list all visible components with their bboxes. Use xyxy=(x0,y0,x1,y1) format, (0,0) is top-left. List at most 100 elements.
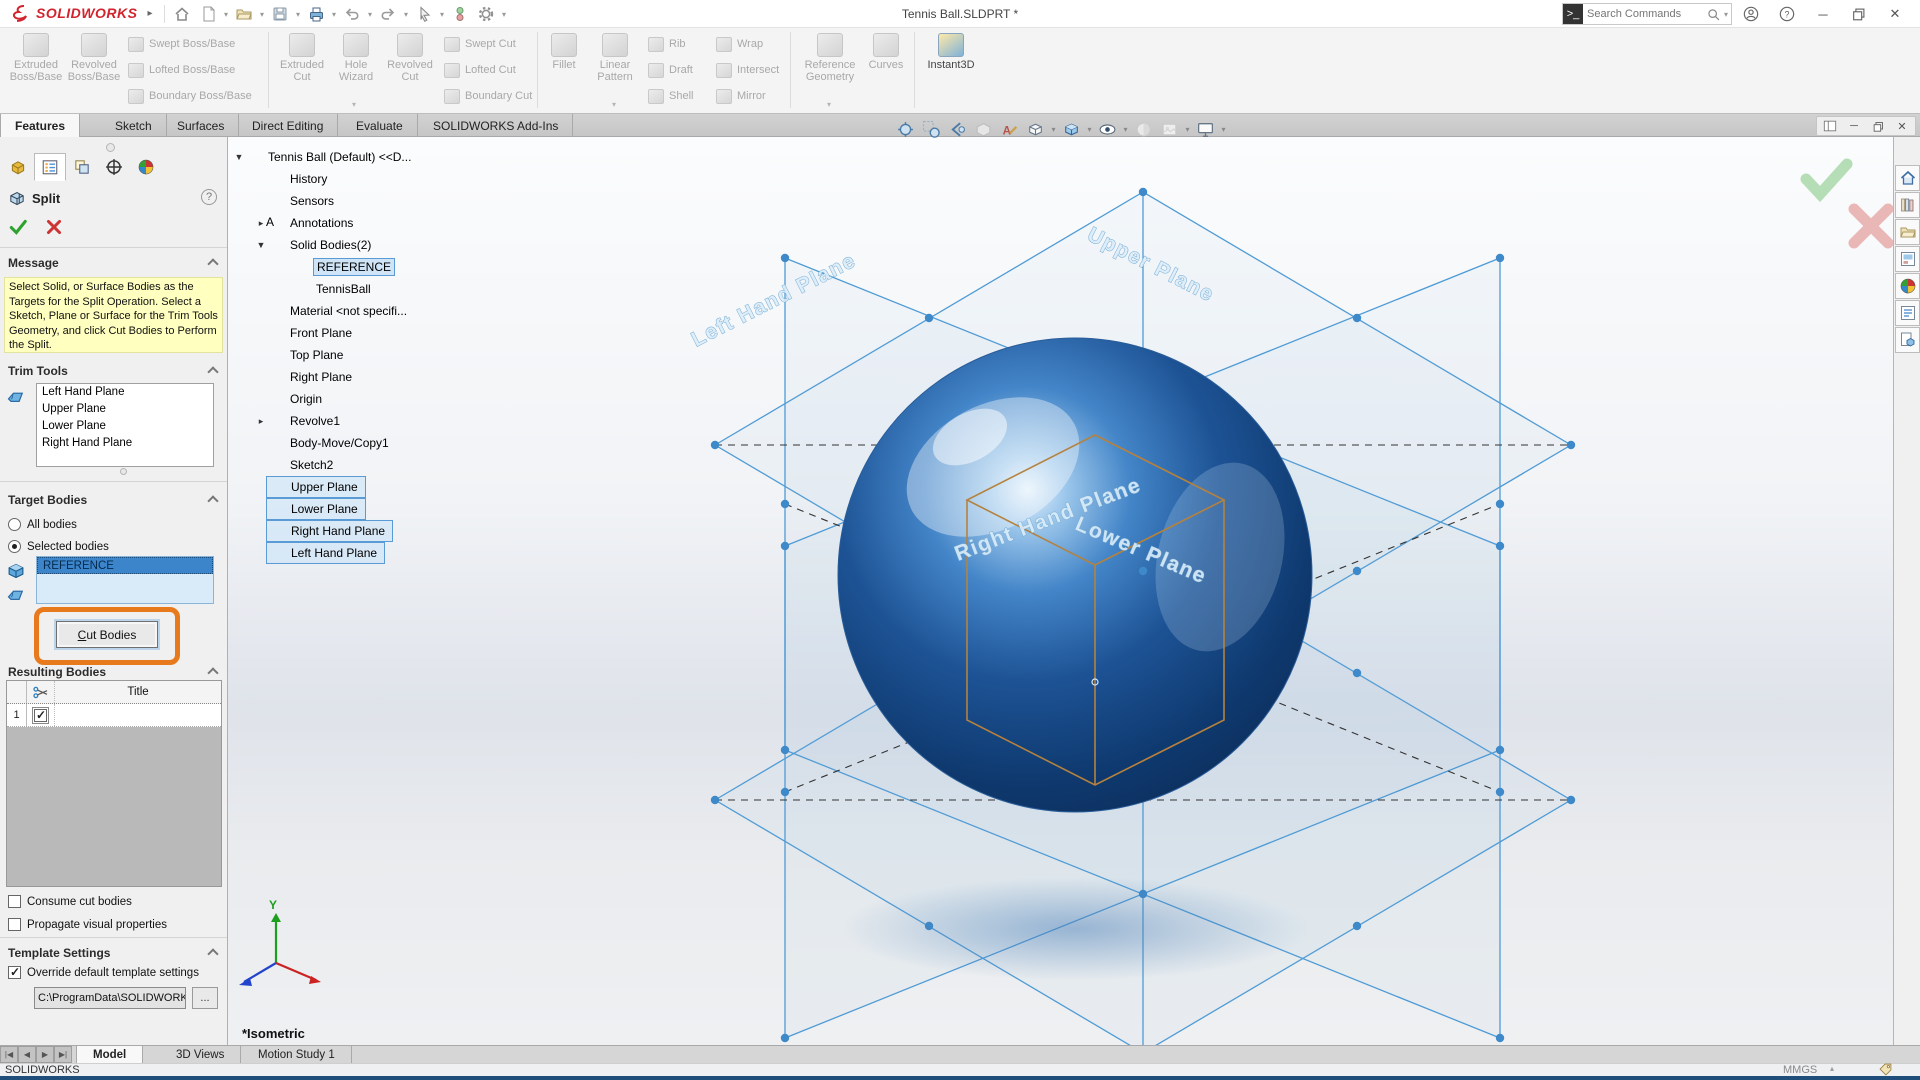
template-settings-section-header[interactable]: Template Settings xyxy=(8,946,110,960)
trim-tools-section-header[interactable]: Trim Tools xyxy=(8,364,68,378)
tree-item-right-hand-plane[interactable]: Right Hand Plane xyxy=(266,520,393,542)
rib-button[interactable]: Rib xyxy=(648,34,686,54)
tree-item-sensors[interactable]: Sensors xyxy=(256,190,337,212)
apply-scene-button[interactable] xyxy=(1157,117,1182,141)
confirm-cancel-ghost-icon[interactable] xyxy=(1854,209,1888,243)
boundary-boss-base-button[interactable]: Boundary Boss/Base xyxy=(128,86,252,106)
next-tab-button[interactable]: ▶ xyxy=(36,1046,54,1063)
trim-tool-item[interactable]: Right Hand Plane xyxy=(37,435,213,452)
collapse-message-chevron[interactable] xyxy=(207,258,218,269)
collapse-target-chevron[interactable] xyxy=(207,495,218,506)
override-template-option[interactable]: Override default template settings xyxy=(8,966,199,979)
taskpane-file-explorer-button[interactable] xyxy=(1895,219,1920,245)
checkbox[interactable] xyxy=(8,918,21,931)
doc-minimize-button[interactable]: ─ xyxy=(1843,117,1865,135)
tab-feature-manager[interactable] xyxy=(2,153,34,181)
tab-property-manager[interactable] xyxy=(34,153,66,181)
collapse-template-chevron[interactable] xyxy=(207,948,218,959)
graphics-viewport[interactable]: Upper Plane Left Hand Plane Right Hand P… xyxy=(228,137,1893,1045)
target-body-item-selected[interactable]: REFERENCE xyxy=(37,557,213,574)
tree-item-sketch2[interactable]: Sketch2 xyxy=(256,454,336,476)
edit-appearance-button[interactable] xyxy=(1131,117,1156,141)
first-tab-button[interactable]: |◀ xyxy=(0,1046,18,1063)
resulting-body-row[interactable]: 1 xyxy=(7,704,221,727)
reference-geometry-button[interactable]: Reference Geometry xyxy=(798,33,862,83)
tree-item-revolve1[interactable]: ▸Revolve1 xyxy=(256,410,343,432)
lofted-cut-button[interactable]: Lofted Cut xyxy=(444,60,516,80)
tennis-ball-body[interactable] xyxy=(838,338,1312,812)
reference-geometry-dropdown[interactable]: ▾ xyxy=(827,100,831,109)
zoom-to-area-button[interactable] xyxy=(919,117,944,141)
search-icon[interactable] xyxy=(1706,7,1721,22)
intersect-button[interactable]: Intersect xyxy=(716,60,779,80)
doc-close-button[interactable]: ✕ xyxy=(1891,117,1913,135)
tree-item-upper-plane[interactable]: Upper Plane xyxy=(266,476,366,498)
tab-solidworks-add-ins[interactable]: SOLIDWORKS Add-Ins xyxy=(419,114,573,137)
taskpane-view-palette-button[interactable] xyxy=(1895,246,1920,272)
draft-button[interactable]: Draft xyxy=(648,60,693,80)
tab-direct-editing[interactable]: Direct Editing xyxy=(238,114,338,137)
target-bodies-section-header[interactable]: Target Bodies xyxy=(8,493,87,507)
taskpane-design-library-button[interactable] xyxy=(1895,192,1920,218)
restore-button[interactable] xyxy=(1842,2,1876,26)
doc-restore-button[interactable] xyxy=(1867,117,1889,135)
consume-cut-bodies-option[interactable]: Consume cut bodies xyxy=(8,895,132,908)
annotation-view-button[interactable]: A xyxy=(997,117,1022,141)
view-orientation-button[interactable] xyxy=(1059,117,1084,141)
tree-item-history[interactable]: History xyxy=(256,168,330,190)
body-title-cell[interactable] xyxy=(55,704,221,726)
tab-features[interactable]: Features xyxy=(0,114,80,137)
body-checkbox[interactable] xyxy=(34,709,47,722)
hole-wizard-button[interactable]: Hole Wizard xyxy=(330,33,382,83)
units-indicator[interactable]: MMGS xyxy=(1783,1064,1817,1076)
taskpane-appearances-button[interactable] xyxy=(1895,273,1920,299)
search-commands-input[interactable] xyxy=(1583,8,1706,20)
instant3d-button[interactable]: Instant3D xyxy=(922,33,980,71)
curves-button[interactable]: Curves xyxy=(864,33,908,71)
view-settings-dropdown[interactable]: ▾ xyxy=(1219,125,1228,134)
wrap-button[interactable]: Wrap xyxy=(716,34,763,54)
ok-button[interactable] xyxy=(8,217,28,240)
hole-wizard-dropdown[interactable]: ▾ xyxy=(352,100,356,109)
revolved-cut-button[interactable]: Revolved Cut xyxy=(384,33,436,83)
tree-item-material[interactable]: Material <not specifi... xyxy=(256,300,410,322)
linear-pattern-dropdown[interactable]: ▾ xyxy=(612,100,616,109)
cancel-button[interactable] xyxy=(44,217,64,240)
mirror-button[interactable]: Mirror xyxy=(716,86,766,106)
tab-display-manager[interactable] xyxy=(130,153,162,181)
cut-bodies-button[interactable]: Cut Bodies xyxy=(56,621,158,648)
radio-all-bodies[interactable]: All bodies xyxy=(8,518,77,531)
section-view-button[interactable] xyxy=(971,117,996,141)
search-dropdown[interactable]: ▾ xyxy=(1721,10,1731,19)
tab-surfaces[interactable]: Surfaces xyxy=(163,114,239,137)
search-commands-box[interactable]: >_ ▾ xyxy=(1562,3,1732,25)
radio-circle[interactable] xyxy=(8,540,21,553)
tree-item-reference-body[interactable]: REFERENCE xyxy=(292,256,395,278)
swept-boss-base-button[interactable]: Swept Boss/Base xyxy=(128,34,235,54)
prev-tab-button[interactable]: ◀ xyxy=(18,1046,36,1063)
template-path-field[interactable]: C:\ProgramData\SOLIDWORK xyxy=(34,987,186,1009)
display-style-dropdown[interactable]: ▾ xyxy=(1049,125,1058,134)
collapse-resulting-chevron[interactable] xyxy=(207,667,218,678)
checkbox[interactable] xyxy=(8,966,21,979)
expand-arrow-icon[interactable]: ▼ xyxy=(256,240,266,250)
tree-item-left-hand-plane[interactable]: Left Hand Plane xyxy=(266,542,385,564)
message-section-header[interactable]: Message xyxy=(8,256,59,270)
help-button[interactable]: ? xyxy=(1770,2,1804,26)
minimize-button[interactable]: ─ xyxy=(1806,2,1840,26)
resulting-bodies-section-header[interactable]: Resulting Bodies xyxy=(8,665,106,679)
swept-cut-button[interactable]: Swept Cut xyxy=(444,34,516,54)
expand-arrow-icon[interactable]: ▸ xyxy=(256,416,266,427)
tree-item-solid-bodies[interactable]: ▼Solid Bodies(2) xyxy=(256,234,374,256)
checkbox[interactable] xyxy=(8,895,21,908)
tree-item-annotations[interactable]: ▸AAnnotations xyxy=(256,212,356,234)
user-account-button[interactable] xyxy=(1734,2,1768,26)
target-bodies-list[interactable]: REFERENCE xyxy=(36,556,214,604)
tab-motion-study-1[interactable]: Motion Study 1 xyxy=(242,1046,352,1063)
tree-item-lower-plane[interactable]: Lower Plane xyxy=(266,498,366,520)
tree-item-tennisball-body[interactable]: TennisBall xyxy=(292,278,374,300)
panel-grip[interactable] xyxy=(0,137,227,153)
hide-show-dropdown[interactable]: ▾ xyxy=(1121,125,1130,134)
tree-item-front-plane[interactable]: Front Plane xyxy=(256,322,355,344)
apply-scene-dropdown[interactable]: ▾ xyxy=(1183,125,1192,134)
